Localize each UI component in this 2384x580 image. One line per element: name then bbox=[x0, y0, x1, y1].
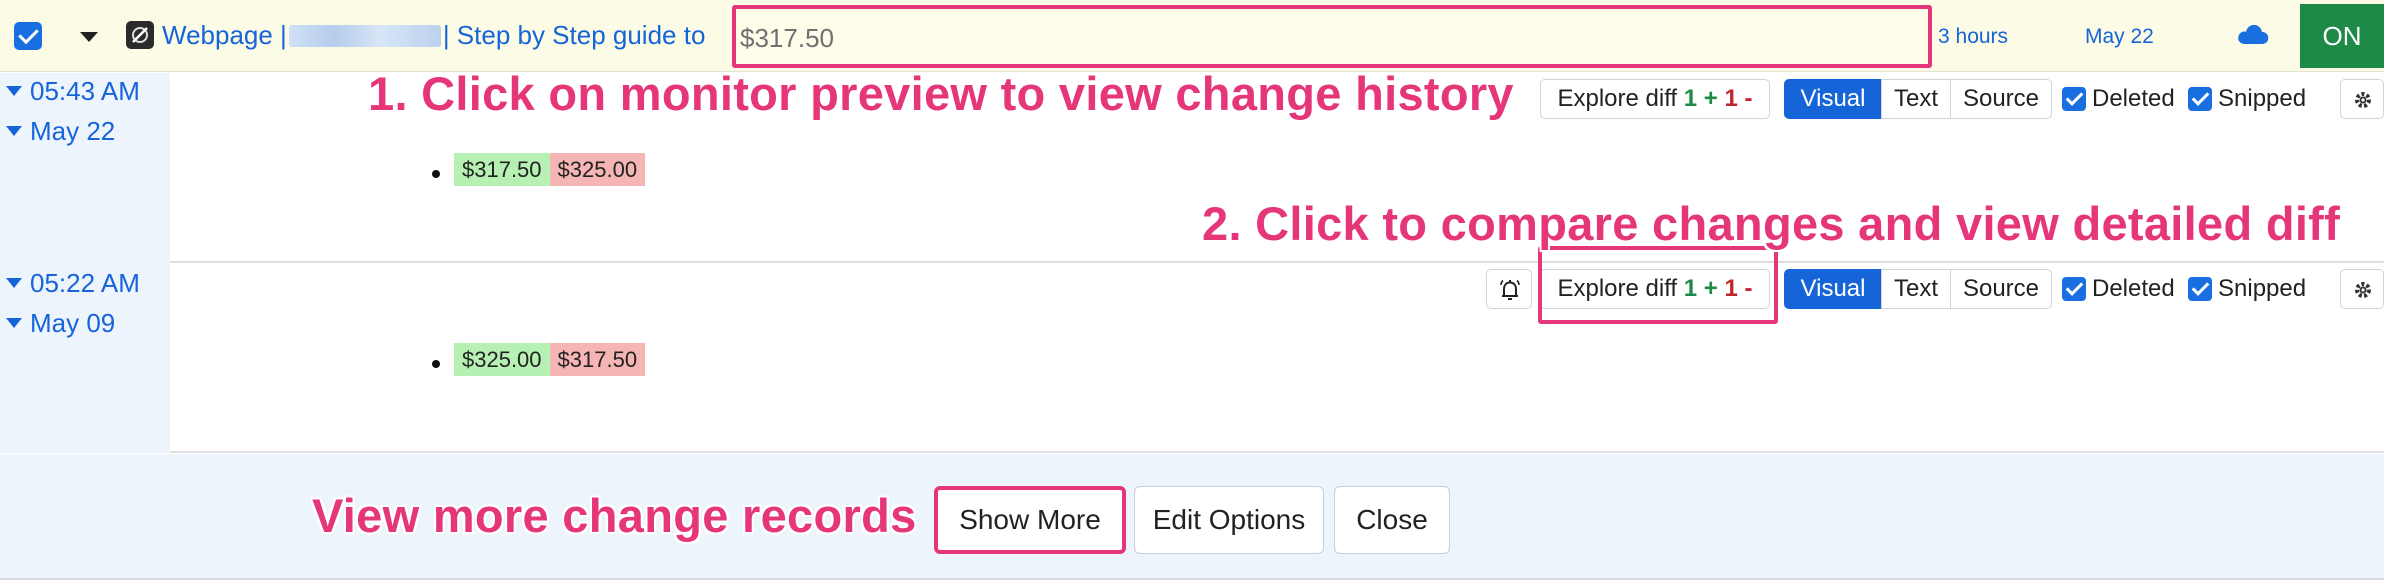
view-visual-tab[interactable]: Visual bbox=[1784, 79, 1882, 119]
monitor-title-link[interactable]: Webpage | | Step by Step guide to bbox=[162, 20, 705, 51]
history-date-1[interactable]: May 22 bbox=[6, 116, 115, 147]
gear-icon bbox=[2355, 92, 2371, 108]
history-time-1[interactable]: 05:43 AM bbox=[6, 76, 140, 107]
inserted-text: $317.50 bbox=[454, 153, 550, 186]
deleted-checkbox[interactable]: Deleted bbox=[2062, 269, 2175, 309]
monitor-preview-value: $317.50 bbox=[740, 23, 834, 53]
checkbox-icon bbox=[2062, 277, 2086, 301]
settings-button[interactable] bbox=[2340, 79, 2384, 119]
bell-icon bbox=[1500, 279, 1520, 300]
view-source-tab[interactable]: Source bbox=[1950, 269, 2052, 309]
show-more-button[interactable]: Show More bbox=[934, 486, 1126, 554]
plus-sign: + bbox=[1703, 85, 1718, 112]
diff-toolbar: Explore diff 1 + 1 - Visual Text Source … bbox=[1540, 79, 2384, 119]
caret-down-icon bbox=[6, 318, 22, 328]
monitor-select-checkbox[interactable] bbox=[14, 22, 42, 50]
view-text-tab[interactable]: Text bbox=[1881, 269, 1951, 309]
favicon-icon bbox=[126, 21, 154, 49]
view-source-tab[interactable]: Source bbox=[1950, 79, 2052, 119]
snipped-checkbox[interactable]: Snipped bbox=[2188, 269, 2306, 309]
alert-button[interactable] bbox=[1486, 269, 1532, 309]
history-date-2[interactable]: May 09 bbox=[6, 308, 115, 339]
added-count: 1 bbox=[1683, 85, 1698, 112]
explore-diff-highlight bbox=[1538, 246, 1778, 324]
monitor-title-suffix: | Step by Step guide to bbox=[442, 20, 706, 50]
checkbox-icon bbox=[2188, 87, 2212, 111]
history-time-2[interactable]: 05:22 AM bbox=[6, 268, 140, 299]
diff-list: $317.50 $325.00 bbox=[432, 153, 646, 186]
redacted-title-text bbox=[288, 25, 441, 47]
settings-button[interactable] bbox=[2340, 269, 2384, 309]
annotation-step-1: 1. Click on monitor preview to view chan… bbox=[368, 67, 1514, 120]
removed-count: 1 bbox=[1724, 85, 1738, 112]
cloud-icon[interactable] bbox=[2236, 22, 2270, 51]
deleted-label: Deleted bbox=[2092, 85, 2175, 112]
edit-options-button[interactable]: Edit Options bbox=[1134, 486, 1324, 554]
snipped-label: Snipped bbox=[2218, 275, 2307, 302]
close-button[interactable]: Close bbox=[1334, 486, 1450, 554]
snipped-checkbox[interactable]: Snipped bbox=[2188, 79, 2306, 119]
caret-down-icon bbox=[6, 86, 22, 96]
view-visual-tab[interactable]: Visual bbox=[1784, 269, 1882, 309]
monitor-title-prefix: Webpage | bbox=[162, 20, 287, 50]
inserted-text: $325.00 bbox=[454, 343, 550, 376]
history-date-text: May 09 bbox=[30, 308, 116, 338]
caret-down-icon bbox=[6, 126, 22, 136]
annotation-step-2: 2. Click to compare changes and view det… bbox=[1202, 197, 2341, 250]
monitor-row: Webpage | | Step by Step guide to $317.50… bbox=[0, 0, 2384, 72]
diff-item: $325.00 $317.50 bbox=[432, 343, 646, 376]
explore-diff-button[interactable]: Explore diff 1 + 1 - bbox=[1540, 79, 1770, 119]
snipped-label: Snipped bbox=[2218, 85, 2307, 112]
checkbox-icon bbox=[2188, 277, 2212, 301]
diff-list: $325.00 $317.50 bbox=[432, 343, 646, 376]
deleted-label: Deleted bbox=[2092, 275, 2175, 302]
explore-diff-label: Explore diff bbox=[1557, 85, 1678, 112]
history-time-text: 05:22 AM bbox=[30, 268, 140, 298]
history-time-text: 05:43 AM bbox=[30, 76, 140, 106]
checkbox-icon bbox=[2062, 87, 2086, 111]
history-date-text: May 22 bbox=[30, 116, 116, 146]
caret-down-icon bbox=[6, 278, 22, 288]
last-check-time[interactable]: 3 hours bbox=[1938, 25, 2008, 49]
monitor-preview[interactable]: $317.50 bbox=[732, 5, 1932, 68]
diff-item: $317.50 $325.00 bbox=[432, 153, 646, 186]
history-entry: Explore diff 1 + 1 - Visual Text Source … bbox=[170, 263, 2384, 453]
minus-sign: - bbox=[1744, 85, 1753, 112]
deleted-text: $325.00 bbox=[549, 153, 646, 186]
gear-icon bbox=[2355, 282, 2371, 298]
deleted-text: $317.50 bbox=[549, 343, 646, 376]
annotation-more-records: View more change records bbox=[312, 489, 917, 542]
view-text-tab[interactable]: Text bbox=[1881, 79, 1951, 119]
deleted-checkbox[interactable]: Deleted bbox=[2062, 79, 2175, 119]
monitor-status-toggle[interactable]: ON bbox=[2300, 4, 2384, 68]
caret-down-icon[interactable] bbox=[80, 32, 98, 42]
last-change-date[interactable]: May 22 bbox=[2085, 25, 2154, 49]
